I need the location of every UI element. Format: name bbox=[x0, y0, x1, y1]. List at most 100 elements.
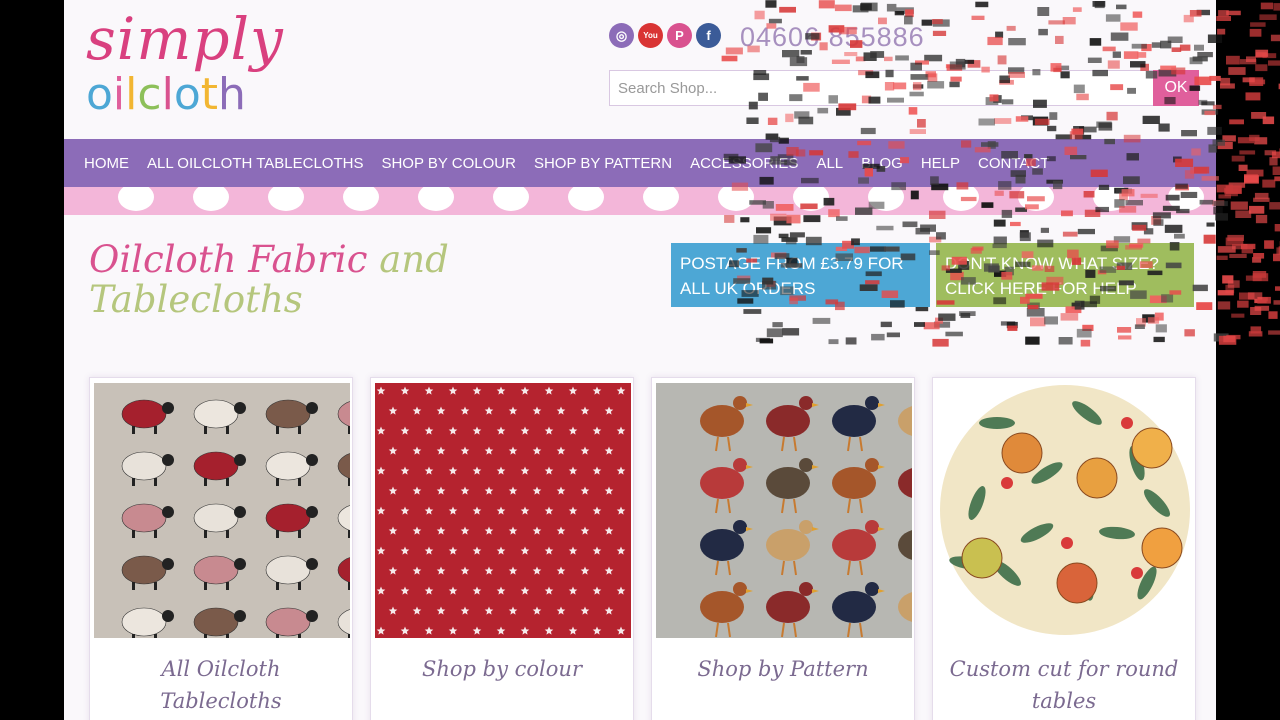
category-card-pattern[interactable]: Shop by Pattern bbox=[651, 377, 915, 720]
web-page: simply oilcloth ◎ You Pf 04606 855886 Sear… bbox=[64, 0, 1216, 720]
phone-number: 04606 855886 bbox=[740, 22, 925, 52]
noise-block bbox=[1213, 333, 1229, 342]
noise-block bbox=[1271, 151, 1280, 159]
polka-dot bbox=[1018, 187, 1054, 211]
noise-block bbox=[1262, 53, 1277, 59]
polka-dot bbox=[193, 187, 229, 211]
noise-block bbox=[1225, 185, 1242, 194]
noise-block bbox=[1259, 14, 1277, 20]
nav-item-home[interactable]: HOME bbox=[84, 155, 129, 172]
noise-block bbox=[1239, 59, 1257, 65]
logo-letter: o bbox=[86, 69, 113, 120]
social-links: ◎ You Pf bbox=[609, 23, 721, 48]
nav-item-accessories[interactable]: ACCESSORIES bbox=[690, 155, 798, 172]
youtube-icon[interactable]: You bbox=[638, 23, 663, 48]
size-help-banner[interactable]: Don't know what size? Click here for hel… bbox=[936, 243, 1194, 307]
noise-block bbox=[1254, 298, 1267, 304]
noise-block bbox=[1252, 271, 1267, 278]
noise-block bbox=[1220, 83, 1235, 89]
noise-block bbox=[1250, 326, 1262, 334]
noise-block bbox=[1239, 150, 1256, 155]
polka-dot-divider bbox=[64, 187, 1216, 215]
noise-block bbox=[1250, 307, 1262, 315]
main-nav: HOME ALL OILCLOTH TABLECLOTHS SHOP BY COLO… bbox=[64, 139, 1216, 187]
polka-dot bbox=[1168, 187, 1204, 211]
noise-block bbox=[1216, 16, 1231, 21]
noise-block bbox=[1217, 142, 1233, 150]
noise-block bbox=[1235, 210, 1252, 218]
noise-block bbox=[1245, 275, 1262, 281]
noise-block bbox=[1225, 237, 1244, 246]
category-card-round-tables[interactable]: Custom cut for round tables bbox=[932, 377, 1196, 720]
category-card-colour[interactable]: Shop by colour bbox=[370, 377, 634, 720]
noise-block bbox=[1215, 213, 1228, 221]
noise-block bbox=[1254, 305, 1270, 311]
noise-block bbox=[1270, 34, 1280, 42]
round-fruit-pattern-image bbox=[937, 383, 1193, 638]
noise-block bbox=[1230, 201, 1248, 210]
polka-dot bbox=[118, 187, 154, 211]
nav-item-blog[interactable]: BLOG bbox=[861, 155, 903, 172]
noise-block bbox=[1229, 253, 1247, 258]
title-pink-part: Oilcloth Fabric bbox=[89, 238, 368, 281]
nav-item-all-oilcloth-tablecloths[interactable]: ALL OILCLOTH TABLECLOTHS bbox=[147, 155, 363, 172]
noise-block bbox=[1254, 192, 1269, 199]
noise-block bbox=[1226, 10, 1241, 16]
noise-block bbox=[1227, 234, 1244, 241]
logo-letter: l bbox=[125, 69, 138, 120]
noise-block bbox=[1231, 155, 1245, 162]
category-card-all-oilcloth[interactable]: All Oilcloth Tablecloths bbox=[89, 377, 353, 720]
noise-block bbox=[1238, 164, 1248, 171]
noise-block bbox=[1239, 292, 1255, 300]
facebook-icon[interactable]: f bbox=[696, 23, 721, 48]
noise-block bbox=[1249, 205, 1265, 214]
noise-block bbox=[1268, 311, 1278, 319]
logo-word-oilcloth: oilcloth bbox=[86, 70, 296, 120]
search-input[interactable]: Search Shop... bbox=[609, 70, 1157, 106]
noise-block bbox=[1258, 297, 1268, 302]
polka-dot bbox=[1093, 187, 1129, 211]
noise-block bbox=[1241, 245, 1254, 254]
noise-block bbox=[1249, 79, 1266, 85]
nav-item-contact[interactable]: CONTACT bbox=[978, 155, 1049, 172]
pinterest-icon[interactable]: P bbox=[667, 23, 692, 48]
noise-block bbox=[1217, 246, 1236, 253]
card-label: Shop by colour bbox=[422, 657, 582, 681]
noise-block bbox=[1231, 313, 1245, 318]
noise-block bbox=[1216, 255, 1228, 260]
noise-block bbox=[1252, 273, 1269, 282]
search-button[interactable]: OK bbox=[1153, 70, 1199, 106]
noise-block bbox=[1272, 166, 1280, 175]
card-label: Shop by Pattern bbox=[697, 657, 869, 681]
noise-block bbox=[1227, 280, 1240, 288]
nav-item-all[interactable]: ALL bbox=[816, 155, 843, 172]
noise-block bbox=[1264, 150, 1277, 156]
noise-block bbox=[1257, 296, 1271, 304]
noise-block bbox=[1224, 188, 1238, 197]
noise-block bbox=[1255, 49, 1269, 57]
noise-block bbox=[1269, 202, 1280, 210]
noise-block bbox=[1226, 55, 1240, 65]
noise-block bbox=[1246, 56, 1256, 62]
red-stars-pattern-image bbox=[375, 383, 631, 638]
noise-block bbox=[1228, 182, 1246, 188]
nav-item-shop-by-colour[interactable]: SHOP BY COLOUR bbox=[381, 155, 516, 172]
noise-block bbox=[1276, 247, 1280, 255]
logo-letter: t bbox=[200, 69, 219, 120]
nav-item-help[interactable]: HELP bbox=[921, 155, 960, 172]
title-green-part-1: and bbox=[379, 238, 449, 281]
noise-block bbox=[1242, 77, 1255, 83]
polka-dot bbox=[793, 187, 829, 211]
instagram-icon[interactable]: ◎ bbox=[609, 23, 634, 48]
site-logo[interactable]: simply oilcloth bbox=[86, 10, 296, 125]
noise-block bbox=[1268, 60, 1280, 66]
noise-block bbox=[1250, 22, 1266, 27]
logo-word-simply: simply bbox=[86, 5, 284, 73]
polka-dot bbox=[493, 187, 529, 211]
logo-letter: l bbox=[161, 69, 174, 120]
nav-item-shop-by-pattern[interactable]: SHOP BY PATTERN bbox=[534, 155, 672, 172]
noise-block bbox=[1260, 2, 1273, 10]
noise-block bbox=[1247, 292, 1263, 300]
postage-banner[interactable]: Postage from £3.79 for all UK orders bbox=[671, 243, 930, 307]
noise-block bbox=[1229, 119, 1244, 125]
